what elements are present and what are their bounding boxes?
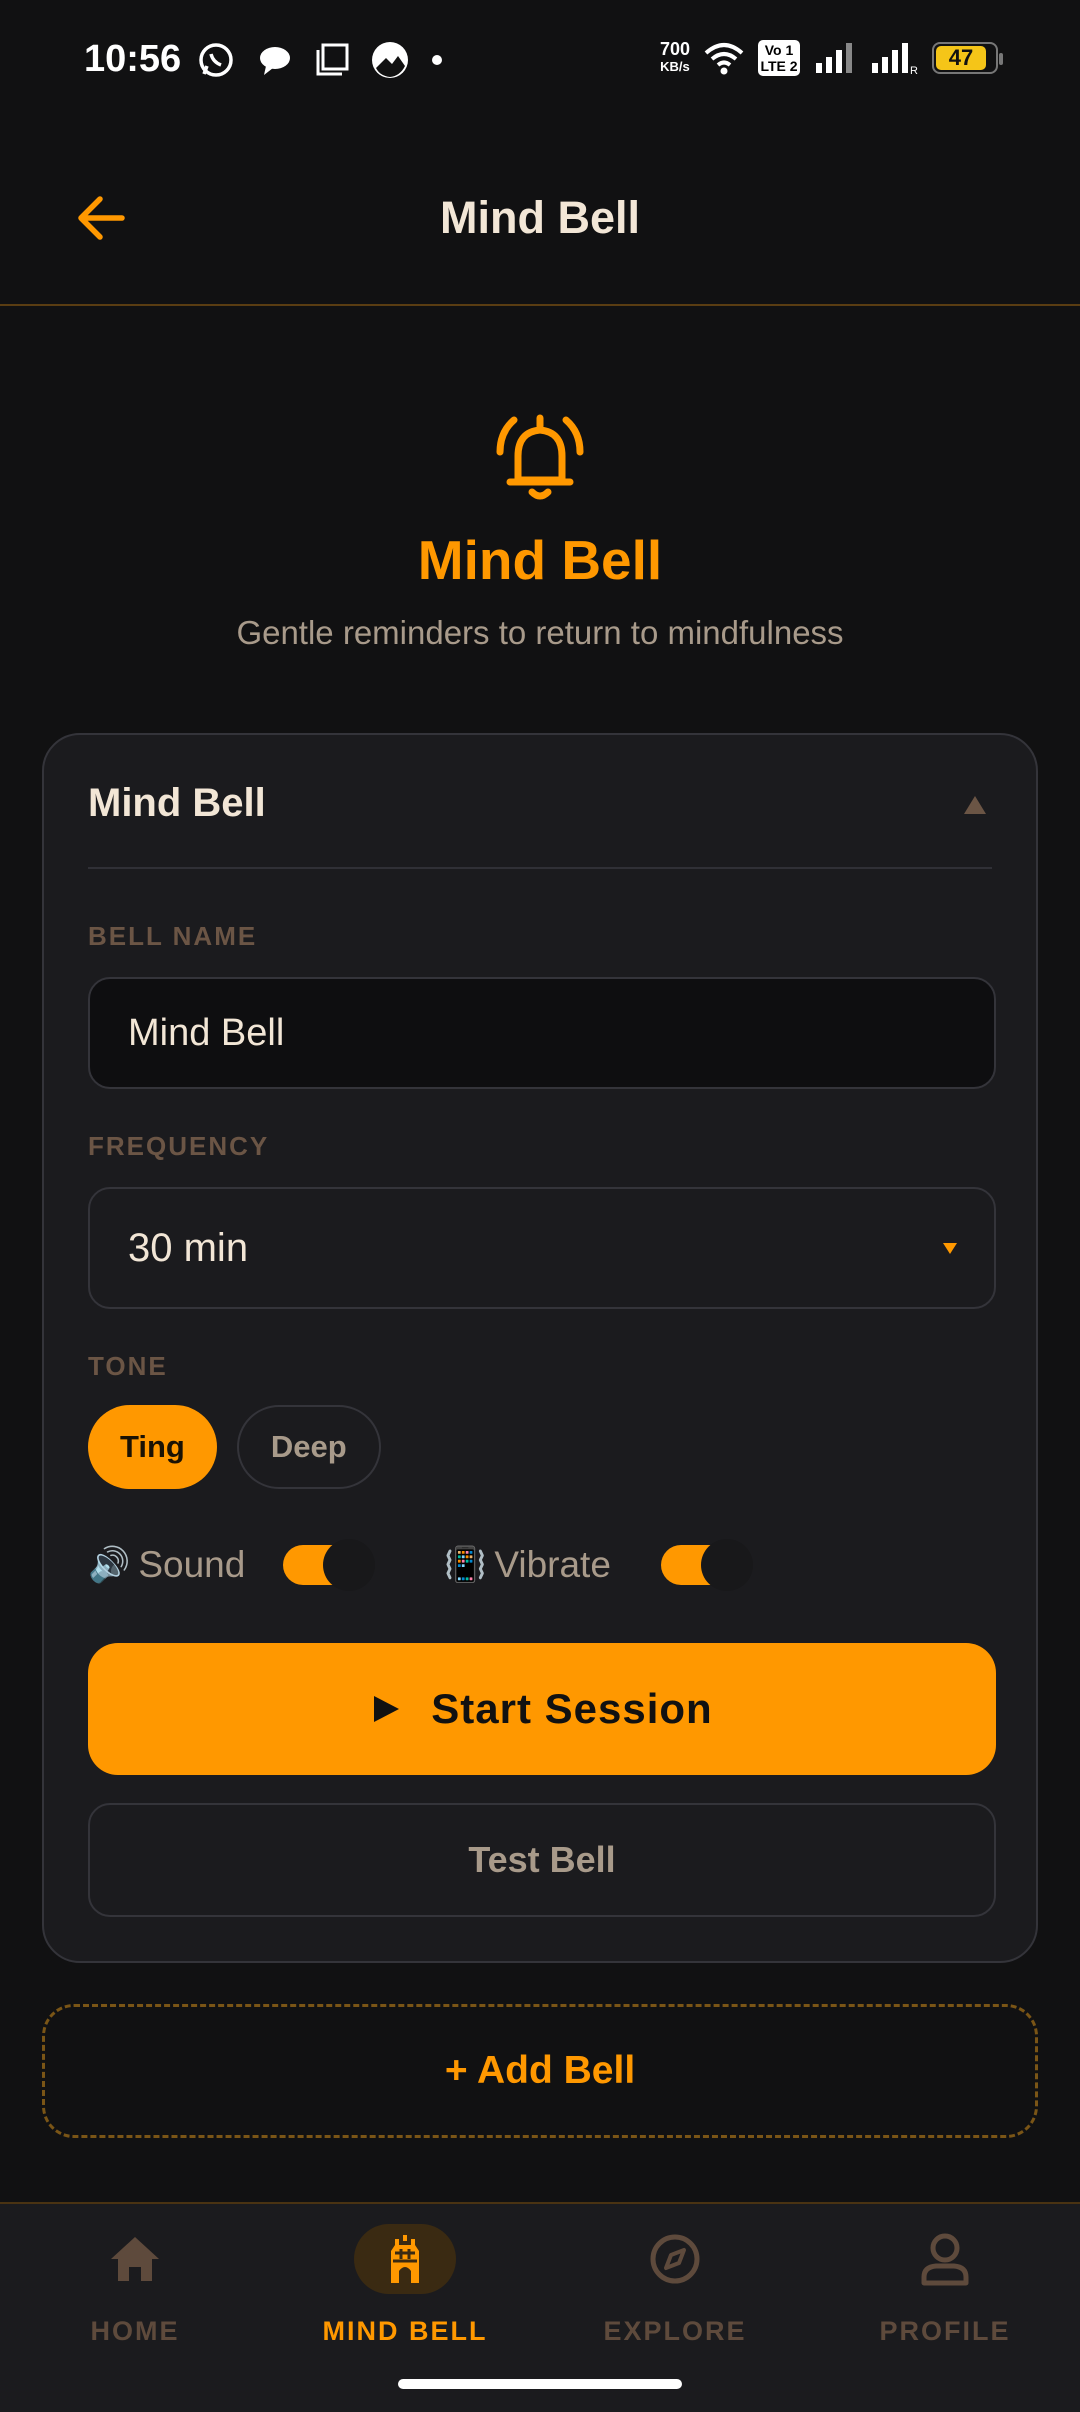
gallery-icon (372, 42, 408, 78)
volte-top: Vo 1 (764, 42, 794, 58)
vibrate-toggle-knob (700, 1539, 753, 1591)
speaker-icon: 🔊 (88, 1546, 131, 1584)
person-icon (894, 2224, 996, 2294)
volte-badge: Vo 1 LTE 2 (758, 40, 800, 76)
tone-chip-ting[interactable]: Ting (88, 1405, 217, 1489)
nav-label-profile: PROFILE (879, 2316, 1011, 2346)
bell-name-input[interactable]: Mind Bell (88, 977, 996, 1089)
page-title: Mind Bell (440, 192, 640, 243)
vibrate-toggle[interactable] (660, 1539, 753, 1591)
bell-card-header[interactable]: Mind Bell (88, 735, 992, 869)
temple-icon (354, 2224, 456, 2294)
wifi-icon (704, 43, 744, 75)
triangle-up-icon[interactable] (962, 793, 988, 817)
battery-level: 47 (936, 46, 986, 70)
volte-bottom: LTE 2 (760, 58, 798, 74)
bell-card: Mind Bell BELL NAME Mind Bell FREQUENCY … (42, 733, 1038, 1963)
bell-name-label: BELL NAME (88, 921, 258, 951)
signal-icon (816, 43, 852, 73)
app-bar: Mind Bell (0, 120, 1080, 306)
bell-ringing-icon (496, 414, 584, 500)
whatsapp-icon (199, 43, 233, 77)
frequency-select[interactable]: 30 min (88, 1187, 996, 1309)
nav-label-mind-bell: MIND BELL (322, 2316, 488, 2346)
home-icon (84, 2224, 186, 2294)
dot-icon (432, 55, 442, 65)
hero-title: Mind Bell (417, 529, 663, 591)
frequency-value: 30 min (128, 1226, 249, 1270)
vibrate-label: 📳 Vibrate (444, 1544, 611, 1586)
bell-card-title: Mind Bell (88, 781, 266, 825)
hero-subtitle: Gentle reminders to return to mindfulnes… (236, 614, 844, 651)
tone-chip-deep[interactable]: Deep (236, 1405, 381, 1489)
play-icon (374, 1696, 400, 1722)
status-time: 10:56 (84, 38, 182, 80)
start-session-button[interactable]: Start Session (88, 1643, 996, 1775)
status-bar: 10:56 700 KB/s Vo 1 LTE 2 R 47 (0, 0, 1080, 120)
svg-text:R: R (910, 65, 918, 75)
sound-toggle[interactable] (283, 1539, 376, 1591)
data-rate: 700 KB/s (659, 39, 690, 75)
vibrate-icon: 📳 (444, 1546, 487, 1584)
nav-label-home: HOME (90, 2316, 180, 2346)
square-icon (316, 43, 349, 76)
sound-toggle-group: 🔊 Sound (88, 1535, 376, 1595)
compass-icon (624, 2224, 726, 2294)
signal-roaming-icon: R (872, 43, 918, 75)
nav-item-profile[interactable]: PROFILE (810, 2204, 1080, 2412)
toggle-row: 🔊 Sound 📳 Vibrate (88, 1535, 996, 1595)
test-bell-button[interactable]: Test Bell (88, 1803, 996, 1917)
data-rate-unit: KB/s (660, 59, 690, 74)
vibrate-label-text: Vibrate (494, 1544, 611, 1585)
chat-icon (260, 47, 290, 75)
add-bell-button[interactable]: + Add Bell (42, 2004, 1038, 2138)
sound-label: 🔊 Sound (88, 1544, 245, 1586)
tone-label: TONE (88, 1351, 168, 1381)
system-icons: 700 KB/s Vo 1 LTE 2 R 47 (659, 39, 1003, 76)
data-rate-value: 700 (659, 39, 690, 59)
nav-label-explore: EXPLORE (603, 2316, 747, 2346)
sound-label-text: Sound (138, 1544, 246, 1585)
home-indicator[interactable] (398, 2379, 682, 2389)
nav-item-home[interactable]: HOME (0, 2204, 270, 2412)
notification-icons (196, 40, 444, 80)
frequency-label: FREQUENCY (88, 1131, 270, 1161)
caret-down-icon (943, 1243, 957, 1254)
start-session-label: Start Session (431, 1685, 713, 1732)
vibrate-toggle-group: 📳 Vibrate (444, 1535, 753, 1595)
sound-toggle-knob (323, 1539, 376, 1591)
battery-icon: 47 (932, 42, 1003, 74)
tone-options: Ting Deep (88, 1405, 381, 1489)
